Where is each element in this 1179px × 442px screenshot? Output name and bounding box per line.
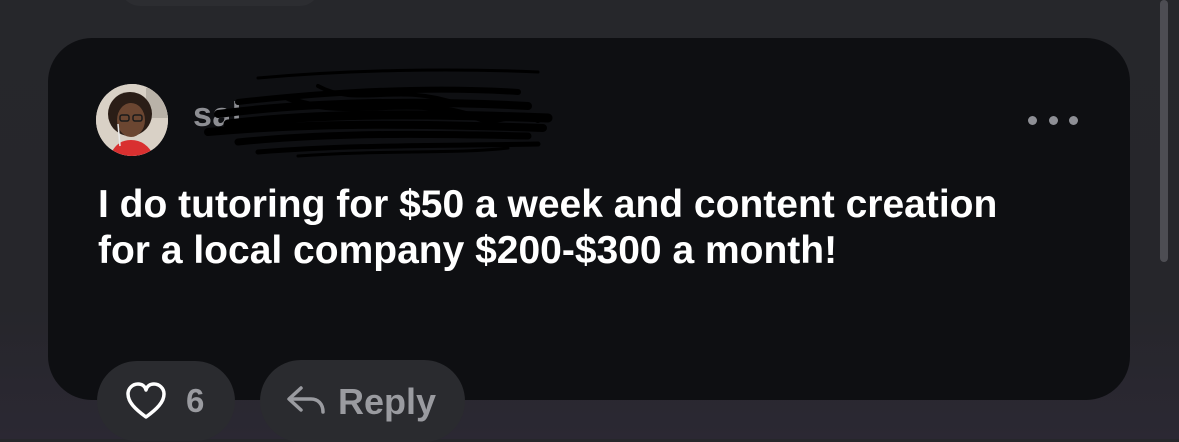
- more-options-dot: [1048, 115, 1058, 125]
- more-options-icon: [1028, 115, 1037, 125]
- redaction-scribble: [204, 68, 553, 158]
- like-button[interactable]: 6: [97, 361, 235, 441]
- reply-button[interactable]: Reply: [260, 360, 465, 442]
- avatar-image: [96, 84, 168, 156]
- comment-card: sal I do tutoring for $50 a week and con…: [48, 38, 1130, 400]
- scrollbar[interactable]: [1160, 0, 1168, 262]
- reply-arrow-icon: [287, 386, 325, 414]
- avatar[interactable]: [96, 84, 168, 156]
- heart-icon: [126, 382, 166, 419]
- reply-label: Reply: [338, 381, 437, 422]
- like-count: 6: [186, 382, 205, 419]
- previous-item-edge: [120, 0, 320, 6]
- more-options-button[interactable]: [1028, 108, 1078, 132]
- comment-text: I do tutoring for $50 a week and content…: [98, 183, 998, 272]
- more-options-dot: [1069, 115, 1078, 125]
